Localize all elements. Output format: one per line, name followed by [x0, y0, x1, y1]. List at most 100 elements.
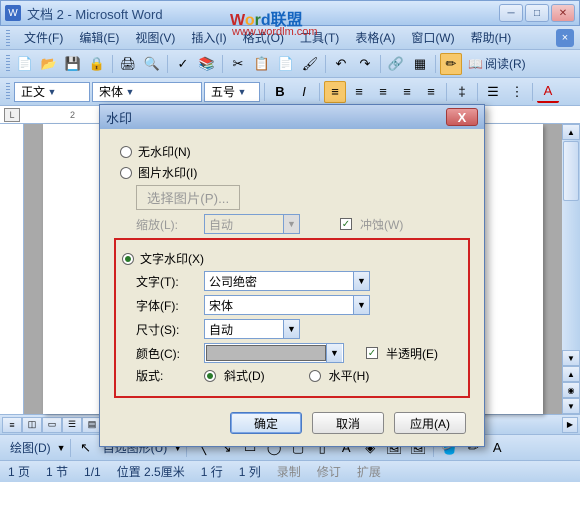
redo-icon[interactable]: ↷	[354, 53, 376, 75]
font-color-button[interactable]: A	[537, 81, 559, 103]
radio-icon[interactable]	[120, 146, 132, 158]
browse-object-icon[interactable]: ◉	[562, 382, 580, 398]
size-combo[interactable]: 五号▼	[204, 82, 260, 102]
semitransparent-label: 半透明(E)	[386, 345, 438, 362]
status-extend: 扩展	[357, 463, 381, 480]
color-combo[interactable]: ▼	[204, 343, 344, 363]
copy-icon[interactable]: 📋	[251, 53, 273, 75]
ok-button[interactable]: 确定	[230, 412, 302, 434]
prev-page-icon[interactable]: ▲	[562, 366, 580, 382]
grip-icon	[6, 83, 10, 101]
diagonal-radio[interactable]	[204, 370, 216, 382]
tables-borders-icon[interactable]: ▦	[409, 53, 431, 75]
draw-menu[interactable]: 绘图(D)	[6, 439, 55, 456]
menu-file[interactable]: 文件(F)	[18, 27, 69, 48]
no-watermark-option[interactable]: 无水印(N)	[120, 143, 470, 160]
font-combo[interactable]: 宋体▼	[92, 82, 202, 102]
vertical-scrollbar[interactable]: ▲ ▼ ▲ ◉ ▼	[562, 124, 580, 414]
washout-checkbox: ✓	[340, 218, 352, 230]
semitransparent-checkbox[interactable]: ✓	[366, 347, 378, 359]
reading-layout-button[interactable]: 📖 阅读(R)	[464, 55, 530, 72]
align-right-button[interactable]: ≡	[372, 81, 394, 103]
apply-button[interactable]: 应用(A)	[394, 412, 466, 434]
size-combo[interactable]: 自动▼	[204, 319, 300, 339]
paste-icon[interactable]: 📄	[275, 53, 297, 75]
cancel-button[interactable]: 取消	[312, 412, 384, 434]
spell-icon[interactable]: ✓	[172, 53, 194, 75]
bold-button[interactable]: B	[269, 81, 291, 103]
help-icon[interactable]: ×	[556, 29, 574, 47]
select-picture-button: 选择图片(P)...	[136, 185, 240, 210]
maximize-button[interactable]: □	[525, 4, 549, 22]
grip-icon	[6, 55, 10, 73]
scroll-thumb[interactable]	[563, 141, 579, 201]
chevron-down-icon: ▼	[45, 87, 59, 97]
horizontal-label: 水平(H)	[329, 367, 370, 384]
research-icon[interactable]: 📚	[196, 53, 218, 75]
vertical-ruler[interactable]	[0, 124, 24, 414]
open-icon[interactable]: 📂	[38, 53, 60, 75]
format-painter-icon[interactable]: 🖌	[299, 53, 321, 75]
save-icon[interactable]: 💾	[62, 53, 84, 75]
style-combo[interactable]: 正文▼	[14, 82, 90, 102]
chevron-down-icon: ▼	[353, 272, 369, 290]
normal-view-button[interactable]: ≡	[2, 417, 22, 433]
chevron-down-icon: ▼	[123, 87, 137, 97]
print-icon[interactable]: 🖨	[117, 53, 139, 75]
menu-insert[interactable]: 插入(I)	[185, 27, 232, 48]
align-center-button[interactable]: ≡	[348, 81, 370, 103]
tab-selector[interactable]: L	[4, 108, 20, 122]
app-icon: W	[5, 5, 21, 21]
menu-help[interactable]: 帮助(H)	[465, 27, 518, 48]
status-column: 1 列	[239, 463, 261, 480]
italic-button[interactable]: I	[293, 81, 315, 103]
numbering-icon[interactable]: ☰	[482, 81, 504, 103]
chevron-down-icon: ▼	[283, 320, 299, 338]
select-objects-icon[interactable]: ↖	[75, 437, 97, 459]
font-combo[interactable]: 宋体▼	[204, 295, 370, 315]
web-view-button[interactable]: ◫	[22, 417, 42, 433]
status-page: 1 页	[8, 463, 30, 480]
line-spacing-icon[interactable]: ‡	[451, 81, 473, 103]
text-combo[interactable]: 公司绝密▼	[204, 271, 370, 291]
radio-icon[interactable]	[120, 167, 132, 179]
layout-label: 版式:	[136, 367, 196, 384]
status-position: 位置 2.5厘米	[117, 463, 185, 480]
bullets-icon[interactable]: ⋮	[506, 81, 528, 103]
close-button[interactable]: ✕	[551, 4, 575, 22]
scroll-down-icon[interactable]: ▼	[562, 350, 580, 366]
distributed-button[interactable]: ≡	[420, 81, 442, 103]
menu-table[interactable]: 表格(A)	[349, 27, 401, 48]
horizontal-radio[interactable]	[309, 370, 321, 382]
justify-button[interactable]: ≡	[396, 81, 418, 103]
scroll-up-icon[interactable]: ▲	[562, 124, 580, 140]
font-label: 字体(F):	[136, 297, 196, 314]
status-revision: 修订	[317, 463, 341, 480]
new-doc-icon[interactable]: 📄	[14, 53, 36, 75]
status-section: 1 节	[46, 463, 68, 480]
outline-view-button[interactable]: ☰	[62, 417, 82, 433]
print-view-button[interactable]: ▭	[42, 417, 62, 433]
scroll-right-icon[interactable]: ▶	[562, 417, 578, 433]
font-color-icon[interactable]: A	[486, 437, 508, 459]
preview-icon[interactable]: 🔍	[141, 53, 163, 75]
scale-combo: 自动▼	[204, 214, 300, 234]
menu-view[interactable]: 视图(V)	[129, 27, 181, 48]
menu-edit[interactable]: 编辑(E)	[73, 27, 125, 48]
minimize-button[interactable]: ─	[499, 4, 523, 22]
hyperlink-icon[interactable]: 🔗	[385, 53, 407, 75]
undo-icon[interactable]: ↶	[330, 53, 352, 75]
dialog-titlebar[interactable]: 水印 X	[100, 105, 484, 129]
dialog-close-button[interactable]: X	[446, 108, 478, 126]
permission-icon[interactable]: 🔒	[86, 53, 108, 75]
drawing-toggle-icon[interactable]: ✏	[440, 53, 462, 75]
status-record: 录制	[277, 463, 301, 480]
chevron-down-icon: ▼	[235, 87, 249, 97]
align-left-button[interactable]: ≡	[324, 81, 346, 103]
text-watermark-option[interactable]: 文字水印(X)	[122, 250, 462, 267]
cut-icon[interactable]: ✂	[227, 53, 249, 75]
picture-watermark-option[interactable]: 图片水印(I)	[120, 164, 470, 181]
next-page-icon[interactable]: ▼	[562, 398, 580, 414]
radio-icon[interactable]	[122, 253, 134, 265]
menu-window[interactable]: 窗口(W)	[405, 27, 460, 48]
